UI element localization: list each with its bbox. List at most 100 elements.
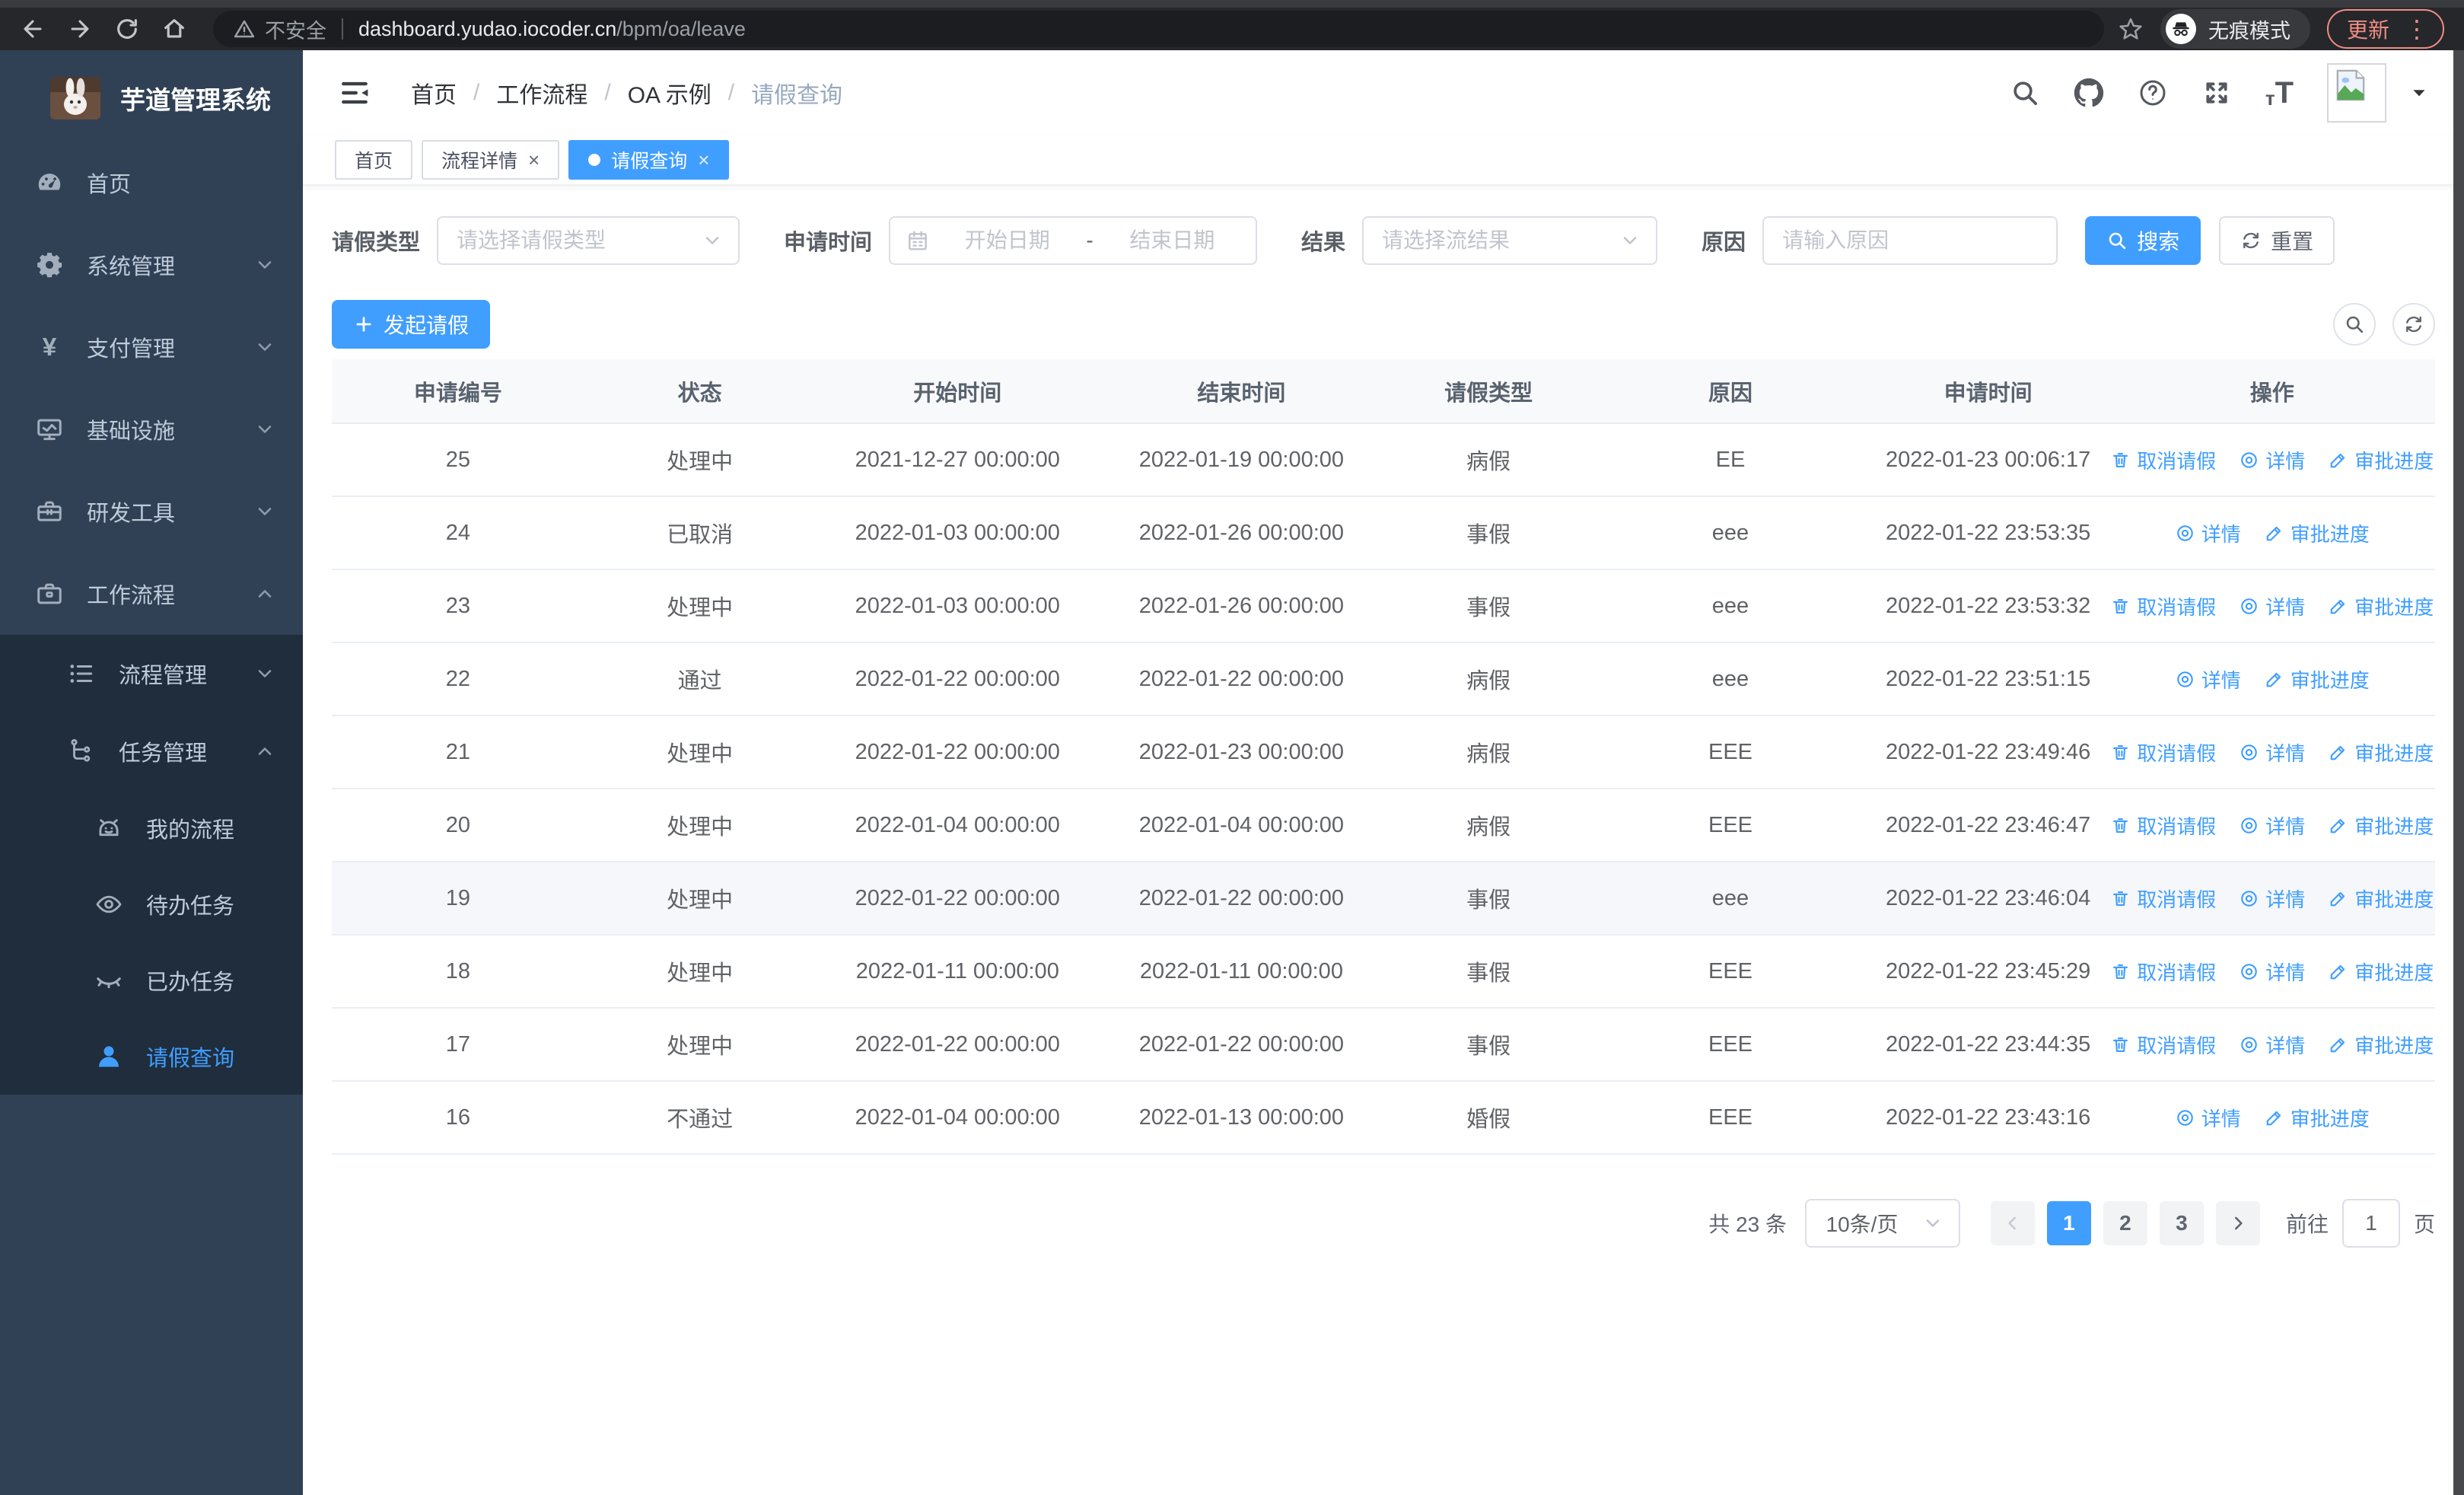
help-icon[interactable] — [2138, 78, 2168, 108]
breadcrumb-item[interactable]: OA 示例 — [628, 76, 712, 110]
cancel-leave-link[interactable]: 取消请假 — [2110, 592, 2216, 620]
detail-link[interactable]: 详情 — [2239, 738, 2305, 767]
detail-link[interactable]: 详情 — [2239, 885, 2305, 913]
forward-icon[interactable] — [67, 16, 93, 42]
approval-progress-link[interactable]: 审批进度 — [2328, 811, 2434, 840]
browser-update-button[interactable]: 更新 ⋮ — [2326, 9, 2444, 49]
actions-cell: 取消请假 详情 审批进度 — [2109, 423, 2435, 497]
page-button-3[interactable]: 3 — [2159, 1201, 2204, 1245]
chevron-up-icon — [254, 741, 275, 762]
eye-closed-icon — [94, 966, 123, 995]
security-warning-icon[interactable] — [233, 18, 256, 40]
table-cell: EEE — [1593, 1081, 1867, 1155]
approval-progress-link[interactable]: 审批进度 — [2328, 446, 2434, 474]
sidebar-item-dev-tools[interactable]: 研发工具 — [0, 470, 303, 553]
bookmark-star-icon[interactable] — [2118, 16, 2144, 42]
next-page-button[interactable] — [2215, 1201, 2260, 1245]
apply-time-range-picker[interactable]: - — [889, 216, 1258, 265]
table-cell: 20 — [332, 789, 584, 862]
browser-menu-icon[interactable]: ⋮ — [2405, 17, 2429, 41]
detail-link[interactable]: 详情 — [2175, 1104, 2241, 1132]
pen-icon — [2328, 450, 2348, 470]
user-menu-caret-icon[interactable] — [2409, 83, 2429, 103]
sidebar-item-task-mgmt[interactable]: 任务管理 — [0, 712, 303, 790]
plus-icon — [353, 314, 374, 335]
page-button-1[interactable]: 1 — [2046, 1201, 2091, 1245]
approval-progress-link[interactable]: 审批进度 — [2264, 519, 2370, 547]
approval-progress-link[interactable]: 审批进度 — [2328, 1031, 2434, 1059]
sidebar-item-system-mgmt[interactable]: 系统管理 — [0, 224, 303, 306]
tab-process-detail[interactable]: 流程详情 × — [422, 140, 560, 180]
page-scrollbar[interactable] — [2453, 50, 2464, 1495]
fullscreen-icon[interactable] — [2201, 78, 2232, 108]
tab-close-icon[interactable]: × — [698, 150, 709, 170]
page-button-2[interactable]: 2 — [2103, 1201, 2147, 1245]
cancel-leave-link[interactable]: 取消请假 — [2110, 446, 2216, 474]
detail-link[interactable]: 详情 — [2239, 1031, 2305, 1059]
cancel-leave-link[interactable]: 取消请假 — [2110, 738, 2216, 767]
result-select-input[interactable] — [1364, 228, 1605, 253]
detail-link[interactable]: 详情 — [2239, 958, 2305, 986]
tab-home[interactable]: 首页 — [335, 140, 413, 180]
toggle-search-button[interactable] — [2333, 303, 2376, 346]
home-icon[interactable] — [161, 16, 187, 42]
address-bar[interactable]: 不安全 dashboard.yudao.iocoder.cn/bpm/oa/le… — [213, 11, 2104, 47]
breadcrumb-item[interactable]: 工作流程 — [496, 76, 587, 110]
back-icon[interactable] — [20, 16, 46, 42]
pen-icon — [2264, 523, 2284, 543]
approval-progress-link[interactable]: 审批进度 — [2264, 1104, 2370, 1132]
approval-progress-link[interactable]: 审批进度 — [2328, 958, 2434, 986]
approval-progress-link[interactable]: 审批进度 — [2264, 665, 2370, 693]
detail-link[interactable]: 详情 — [2175, 519, 2241, 547]
leave-type-select[interactable] — [437, 216, 740, 265]
page-size-select[interactable] — [1804, 1199, 1960, 1248]
sidebar-collapse-icon[interactable] — [338, 76, 371, 110]
result-select[interactable] — [1362, 216, 1658, 265]
reason-input[interactable] — [1764, 228, 2057, 253]
sidebar-item-payment-mgmt[interactable]: ¥ 支付管理 — [0, 306, 303, 388]
cancel-leave-link[interactable]: 取消请假 — [2110, 958, 2216, 986]
table-cell: 2022-01-11 00:00:00 — [815, 935, 1100, 1009]
sidebar-item-my-process[interactable]: 我的流程 — [0, 790, 303, 866]
sidebar-item-infrastructure[interactable]: 基础设施 — [0, 388, 303, 470]
cancel-leave-link[interactable]: 取消请假 — [2110, 1031, 2216, 1059]
reason-input-box[interactable] — [1762, 216, 2058, 265]
start-date-input[interactable] — [930, 228, 1085, 253]
search-button[interactable]: 搜索 — [2085, 216, 2201, 265]
tab-leave-query[interactable]: 请假查询 × — [568, 140, 730, 180]
cancel-leave-link[interactable]: 取消请假 — [2110, 885, 2216, 913]
avatar[interactable] — [2327, 63, 2386, 123]
detail-link[interactable]: 详情 — [2239, 811, 2305, 840]
table-cell: 2022-01-22 00:00:00 — [815, 716, 1100, 789]
sidebar-item-leave-query[interactable]: 请假查询 — [0, 1018, 303, 1095]
search-icon[interactable] — [2010, 78, 2040, 108]
create-leave-button[interactable]: 发起请假 — [332, 300, 491, 349]
github-icon[interactable] — [2074, 78, 2104, 108]
sidebar-item-workflow[interactable]: 工作流程 — [0, 553, 303, 635]
refresh-table-button[interactable] — [2392, 303, 2435, 346]
prev-page-button[interactable] — [1990, 1201, 2035, 1245]
detail-link[interactable]: 详情 — [2175, 665, 2241, 693]
tab-close-icon[interactable]: × — [528, 150, 540, 170]
breadcrumb-item[interactable]: 首页 — [411, 76, 457, 110]
page-size-value[interactable] — [1806, 1211, 1907, 1235]
font-size-icon[interactable]: тT — [2265, 78, 2294, 108]
reset-button[interactable]: 重置 — [2219, 216, 2335, 265]
jump-page-input[interactable] — [2341, 1199, 2400, 1248]
approval-progress-link[interactable]: 审批进度 — [2328, 592, 2434, 620]
sidebar-item-process-mgmt[interactable]: 流程管理 — [0, 635, 303, 712]
table-cell: 2022-01-22 23:43:16 — [1867, 1081, 2109, 1155]
approval-progress-link[interactable]: 审批进度 — [2328, 738, 2434, 767]
end-date-input[interactable] — [1094, 228, 1250, 253]
detail-link[interactable]: 详情 — [2239, 446, 2305, 474]
sidebar-logo[interactable]: 芋道管理系统 — [0, 50, 303, 142]
sidebar-item-done-tasks[interactable]: 已办任务 — [0, 942, 303, 1018]
cancel-leave-link[interactable]: 取消请假 — [2110, 811, 2216, 840]
sidebar-item-todo-tasks[interactable]: 待办任务 — [0, 866, 303, 942]
sidebar-item-home[interactable]: 首页 — [0, 142, 303, 224]
approval-progress-link[interactable]: 审批进度 — [2328, 885, 2434, 913]
table-cell: eee — [1593, 496, 1867, 570]
reload-icon[interactable] — [114, 16, 140, 42]
detail-link[interactable]: 详情 — [2239, 592, 2305, 620]
leave-type-select-input[interactable] — [438, 228, 687, 253]
